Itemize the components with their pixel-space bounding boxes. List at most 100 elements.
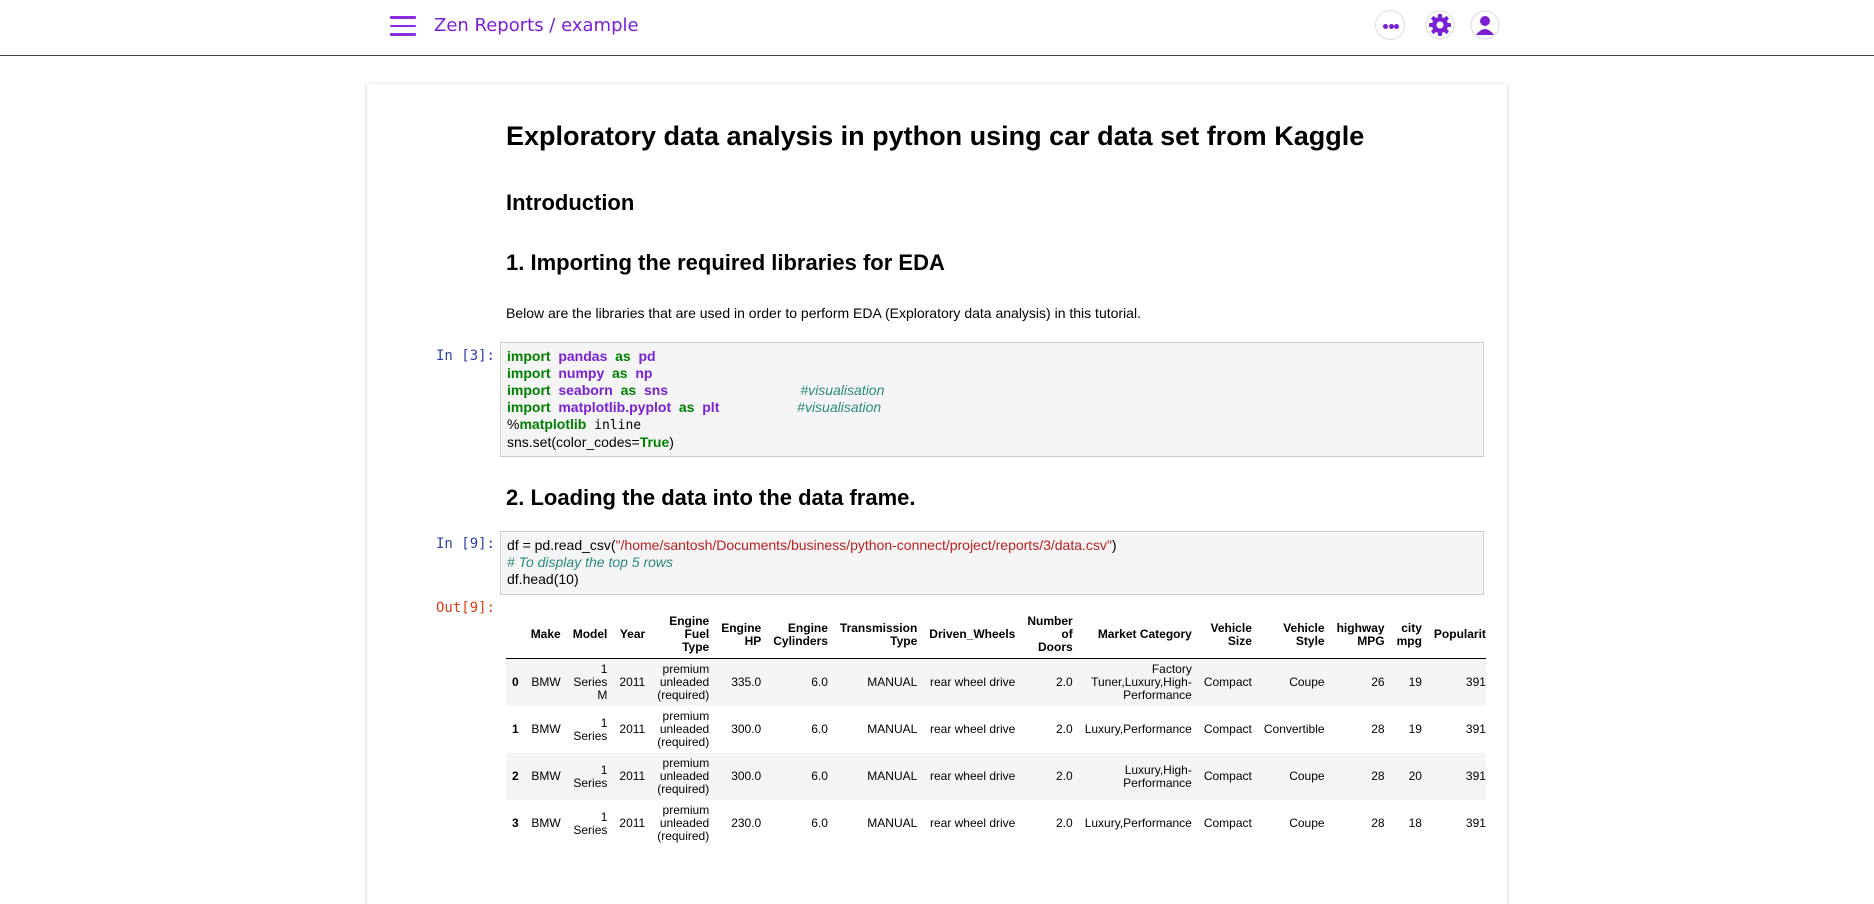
- table-cell: Luxury,Performance: [1084, 722, 1192, 736]
- table-cell: BMW: [531, 675, 561, 689]
- column-header: highway MPG: [1330, 611, 1391, 659]
- gear-icon[interactable]: [1425, 10, 1455, 40]
- table-body: 0 BMW 1 Series M 2011 premium unleaded (requ…: [506, 658, 1486, 848]
- column-header: Vehicle Size: [1197, 611, 1258, 659]
- intro-heading: Introduction: [506, 190, 635, 215]
- row-index: 2: [512, 769, 519, 783]
- table-cell: 2011: [619, 675, 646, 689]
- column-header: city mpg: [1390, 611, 1428, 659]
- menu-icon[interactable]: [390, 16, 416, 36]
- table-cell: 2.0: [1056, 816, 1073, 830]
- cell-2-prompt: In [9]:: [435, 536, 495, 552]
- table-cell: 1 Series M: [573, 662, 608, 702]
- row-index: 3: [512, 816, 519, 830]
- table-cell: Coupe: [1289, 675, 1325, 689]
- page-title: Exploratory data analysis in python usin…: [506, 121, 1365, 151]
- column-header: Popularity: [1427, 611, 1486, 659]
- table-cell: Compact: [1203, 722, 1252, 736]
- row-index: 0: [512, 675, 519, 689]
- table-cell: 28: [1371, 722, 1385, 736]
- table-row: 0 BMW 1 Series M 2011 premium unleaded (requ…: [506, 658, 1486, 706]
- column-header: Engine Cylinders: [767, 611, 834, 659]
- dataframe-table: Make Model Year Engine Fuel Type Engine HP En…: [506, 611, 1486, 847]
- table-cell: 2.0: [1056, 769, 1073, 783]
- table-cell: 6.0: [811, 769, 828, 783]
- table-cell: 6.0: [811, 675, 828, 689]
- code-cell-1[interactable]: import pandas as pd import numpy as np i…: [500, 342, 1484, 457]
- table-cell: 19: [1408, 675, 1422, 689]
- table-cell: BMW: [531, 816, 561, 830]
- table-cell: rear wheel drive: [929, 675, 1016, 689]
- table-cell: 26: [1371, 675, 1385, 689]
- table-cell: rear wheel drive: [929, 816, 1016, 830]
- table-cell: rear wheel drive: [929, 722, 1016, 736]
- table-cell: 28: [1371, 769, 1385, 783]
- column-header: Engine Fuel Type: [651, 611, 716, 659]
- column-header: [506, 611, 525, 659]
- table-cell: 18: [1408, 816, 1422, 830]
- table-cell: premium unleaded (required): [657, 662, 710, 702]
- table-cell: 2.0: [1056, 675, 1073, 689]
- user-account-icon[interactable]: [1470, 10, 1500, 40]
- cell-1-prompt: In [3]:: [435, 348, 495, 364]
- column-header: Engine HP: [715, 611, 768, 659]
- top-bar: Zen Reports / example: [0, 0, 1874, 56]
- table-cell: 300.0: [731, 722, 762, 736]
- table-cell: 300.0: [731, 769, 762, 783]
- code-cell-2[interactable]: df = pd.read_csv("/home/santosh/Document…: [500, 531, 1484, 595]
- column-header: Year: [613, 611, 652, 659]
- row-index: 1: [512, 722, 519, 736]
- table-cell: 3916: [1465, 722, 1486, 736]
- column-header: Make: [524, 611, 567, 659]
- table-cell: Compact: [1203, 675, 1252, 689]
- table-cell: Compact: [1203, 769, 1252, 783]
- notebook-page: Exploratory data analysis in python usin…: [367, 84, 1507, 904]
- dataframe-output: Make Model Year Engine Fuel Type Engine HP En…: [506, 611, 1486, 847]
- table-cell: 2011: [619, 722, 646, 736]
- table-cell: 20: [1408, 769, 1422, 783]
- table-cell: 1 Series: [573, 715, 608, 743]
- table-cell: BMW: [531, 769, 561, 783]
- table-cell: 28: [1371, 816, 1385, 830]
- column-header: Vehicle Style: [1257, 611, 1331, 659]
- table-cell: 1 Series: [573, 762, 608, 790]
- table-cell: rear wheel drive: [929, 769, 1016, 783]
- table-cell: premium unleaded (required): [657, 756, 710, 796]
- table-cell: Coupe: [1289, 769, 1325, 783]
- table-row: 3 BMW 1 Series 2011 premium unleaded (requir…: [506, 800, 1486, 847]
- table-cell: 2011: [619, 769, 646, 783]
- table-header-row: Make Model Year Engine Fuel Type Engine HP En…: [506, 611, 1486, 659]
- column-header: Number of Doors: [1021, 611, 1079, 659]
- table-cell: 6.0: [811, 722, 828, 736]
- column-header: Driven_Wheels: [923, 611, 1022, 659]
- column-header: Transmission Type: [833, 611, 924, 659]
- section-1-paragraph: Below are the libraries that are used in…: [506, 305, 1141, 321]
- table-cell: Compact: [1203, 816, 1252, 830]
- table-cell: Coupe: [1289, 816, 1325, 830]
- table-cell: MANUAL: [867, 675, 918, 689]
- table-cell: MANUAL: [867, 816, 918, 830]
- column-header: Model: [566, 611, 614, 659]
- table-cell: 19: [1408, 722, 1422, 736]
- table-cell: 2011: [619, 816, 646, 830]
- table-cell: MANUAL: [867, 722, 918, 736]
- table-cell: Luxury,Performance: [1084, 816, 1192, 830]
- table-cell: premium unleaded (required): [657, 803, 710, 843]
- more-options-icon[interactable]: [1375, 10, 1405, 40]
- table-row: 2 BMW 1 Series 2011 premium unleaded (requir…: [506, 753, 1486, 800]
- table-cell: Factory Tuner,Luxury,High-Performance: [1091, 662, 1192, 702]
- table-cell: Convertible: [1263, 722, 1325, 736]
- table-cell: MANUAL: [867, 769, 918, 783]
- table-cell: 230.0: [731, 816, 762, 830]
- output-prompt: Out[9]:: [435, 600, 495, 616]
- section-2-heading: 2. Loading the data into the data frame.: [506, 485, 916, 510]
- table-row: 1 BMW 1 Series 2011 premium unleaded (requir…: [506, 706, 1486, 753]
- table-cell: 3916: [1465, 816, 1486, 830]
- table-cell: 3916: [1465, 675, 1486, 689]
- column-header: Market Category: [1078, 611, 1198, 659]
- table-cell: 335.0: [731, 675, 762, 689]
- table-cell: 6.0: [811, 816, 828, 830]
- table-cell: premium unleaded (required): [657, 709, 710, 749]
- table-cell: 2.0: [1056, 722, 1073, 736]
- app-title[interactable]: Zen Reports / example: [434, 15, 639, 36]
